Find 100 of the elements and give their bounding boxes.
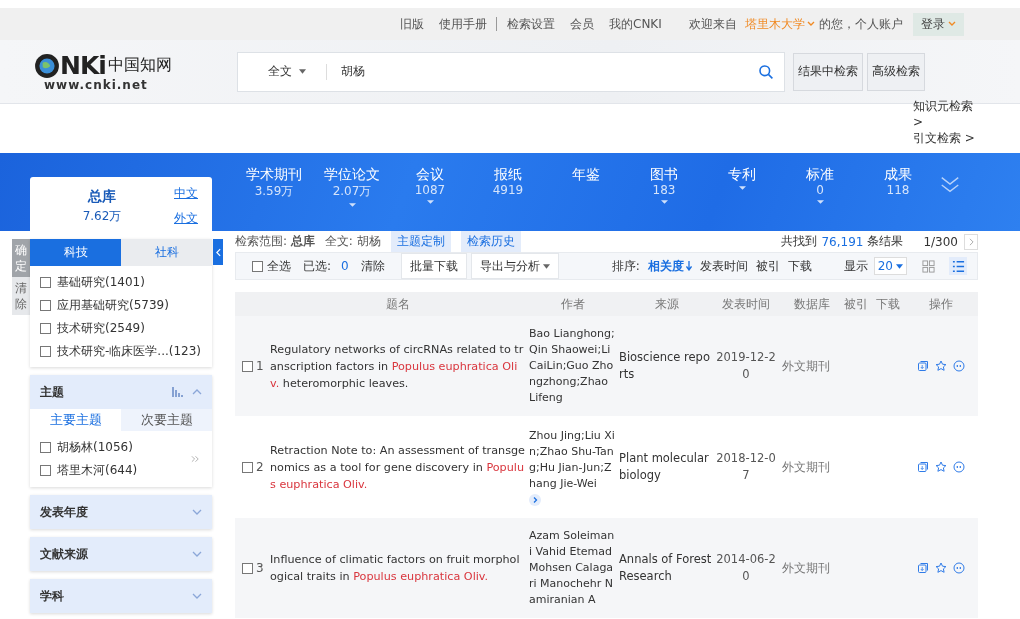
facet-title: 主题 (40, 383, 65, 401)
article-title-link[interactable]: Retraction Note to: An assessment of transgenomics as a tool for gene discovery in Populus euphratica Oliv. (270, 441, 525, 493)
grid-view-button[interactable] (919, 257, 937, 275)
source-cell[interactable]: Annals of Forest Research (619, 551, 714, 585)
caret-icon[interactable] (660, 200, 668, 204)
search-icon[interactable] (758, 63, 774, 80)
batch-download-button[interactable]: 批量下载 (400, 253, 467, 279)
star-icon[interactable] (935, 360, 947, 372)
language-link[interactable]: 外文 (174, 210, 198, 227)
next-page-button[interactable] (964, 233, 978, 250)
list-view-button[interactable] (949, 257, 967, 275)
database-tab[interactable]: 年鉴 (547, 165, 625, 231)
caret-icon[interactable] (816, 200, 824, 204)
quote-icon[interactable] (953, 360, 965, 372)
source-cell[interactable]: Bioscience reports (619, 349, 714, 383)
language-link[interactable]: 中文 (174, 185, 198, 202)
database-tab[interactable]: 标准 0 (781, 165, 859, 231)
facet-header[interactable]: 主题 (30, 375, 212, 409)
collapse-button[interactable] (213, 239, 223, 265)
filter-option[interactable]: 胡杨林(1056) (57, 439, 133, 456)
download-icon[interactable] (917, 461, 929, 473)
collapse-icon[interactable] (215, 247, 221, 257)
filter-option[interactable]: 基础研究(1401) (57, 274, 145, 291)
checkbox[interactable] (252, 260, 263, 272)
facet-title: 学科 (40, 587, 65, 605)
checkbox[interactable] (40, 277, 51, 288)
checkbox[interactable] (40, 300, 51, 311)
search-link[interactable]: 引文检索 > (913, 130, 979, 146)
more-authors-icon[interactable] (529, 494, 541, 506)
page-size-label: 显示 (843, 257, 868, 275)
article-title-link[interactable]: Influence of climatic factors on fruit morphological traits in Populus euphratica Oliv. (270, 551, 525, 585)
star-icon[interactable] (935, 562, 947, 574)
search-tool-button[interactable]: 主题定制 (390, 231, 451, 252)
checkbox[interactable] (242, 461, 253, 473)
filter-option[interactable]: 塔里木河(644) (57, 462, 138, 479)
top-link[interactable]: 使用手册 (439, 15, 487, 33)
checkbox[interactable] (40, 323, 51, 334)
source-cell[interactable]: Plant molecular biology (619, 450, 714, 484)
checkbox[interactable] (242, 562, 253, 574)
checkbox[interactable] (242, 360, 253, 372)
search-link[interactable]: 知识元检索 > (913, 98, 979, 130)
filter-option[interactable]: 技术研究-临床医学...(123) (57, 343, 202, 360)
subject-tab[interactable]: 科技 (30, 239, 121, 266)
search-option-button[interactable]: 高级检索 (867, 52, 925, 91)
caret-icon[interactable] (542, 263, 550, 269)
date-cell-text: 2018-12-07 (715, 450, 777, 484)
login-button[interactable]: 登录 (912, 12, 964, 36)
scope-dropdown[interactable]: 全文 (238, 63, 326, 80)
database-tab[interactable]: 会议 1087 (391, 165, 469, 231)
checkbox[interactable] (40, 442, 51, 453)
select-all-label[interactable]: 全选 (267, 257, 291, 275)
database-tab[interactable]: 专利 (703, 165, 781, 231)
caret-icon[interactable] (738, 186, 746, 190)
article-title-link[interactable]: Regulatory networks of circRNAs related to transcription factors in Populus euphratica Oliv. heteromorphic leaves. (270, 340, 525, 392)
chevron-right-icon[interactable] (968, 237, 974, 246)
facet-header[interactable]: 文献来源 (30, 537, 212, 571)
top-link[interactable]: 检索设置 (507, 15, 555, 33)
database-tab[interactable]: 学术期刊 3.59万 (235, 165, 313, 231)
quote-icon[interactable] (953, 562, 965, 574)
caret-icon[interactable] (896, 263, 903, 269)
top-link[interactable]: 会员 (570, 15, 594, 33)
caret-icon[interactable] (299, 69, 306, 74)
filter-option[interactable]: 技术研究(2549) (57, 320, 145, 337)
database-tab[interactable]: 报纸 4919 (469, 165, 547, 231)
search-field[interactable]: 胡杨 (339, 63, 758, 80)
sort-option[interactable]: 被引 (755, 257, 780, 275)
database-tab[interactable]: 图书 183 (625, 165, 703, 231)
sort-option[interactable]: 相关度 (647, 257, 692, 275)
top-link[interactable]: 旧版 (400, 15, 424, 33)
filter-action-button[interactable]: 清除 (12, 277, 30, 315)
database-tab[interactable]: 学位论文 2.07万 (313, 165, 391, 231)
chart-icon[interactable] (172, 387, 184, 397)
search-tool-button[interactable]: 检索历史 (460, 231, 521, 252)
search-bar[interactable]: 全文 胡杨 (237, 51, 785, 92)
topic-tab[interactable]: 次要主题 (121, 409, 212, 431)
checkbox[interactable] (40, 346, 51, 357)
top-link[interactable]: 我的CNKI (609, 15, 662, 33)
all-databases-tab[interactable]: 总库 7.62万 (30, 177, 174, 235)
facet-header[interactable]: 学科 (30, 579, 212, 613)
star-icon[interactable] (935, 461, 947, 473)
caret-icon[interactable] (426, 200, 434, 204)
search-option-button[interactable]: 结果中检索 (793, 52, 863, 91)
download-icon[interactable] (917, 562, 929, 574)
facet-header[interactable]: 发表年度 (30, 495, 212, 529)
subject-tab[interactable]: 社科 (121, 239, 212, 266)
sort-option[interactable]: 发表时间 (699, 257, 748, 275)
database-tab[interactable]: 成果 118 (859, 165, 937, 231)
page-indicator: 1/300 (923, 234, 958, 249)
page-size-dropdown[interactable]: 20 (873, 257, 907, 275)
checkbox[interactable] (40, 465, 51, 476)
quote-icon[interactable] (953, 461, 965, 473)
clear-link[interactable]: 清除 (360, 257, 385, 275)
caret-icon[interactable] (348, 203, 356, 207)
topic-tab[interactable]: 主要主题 (30, 409, 121, 431)
authors-cell-text: Zhou Jing;Liu Xin;Zhao Shu-Tang;Hu Jian-Jun;Zhang Jie-Wei (529, 428, 616, 492)
sort-option[interactable]: 下载 (787, 257, 812, 275)
export-button[interactable]: 导出与分析 (470, 253, 559, 279)
filter-option[interactable]: 应用基础研究(5739) (57, 297, 169, 314)
expand-icon[interactable] (939, 175, 961, 195)
download-icon[interactable] (917, 360, 929, 372)
